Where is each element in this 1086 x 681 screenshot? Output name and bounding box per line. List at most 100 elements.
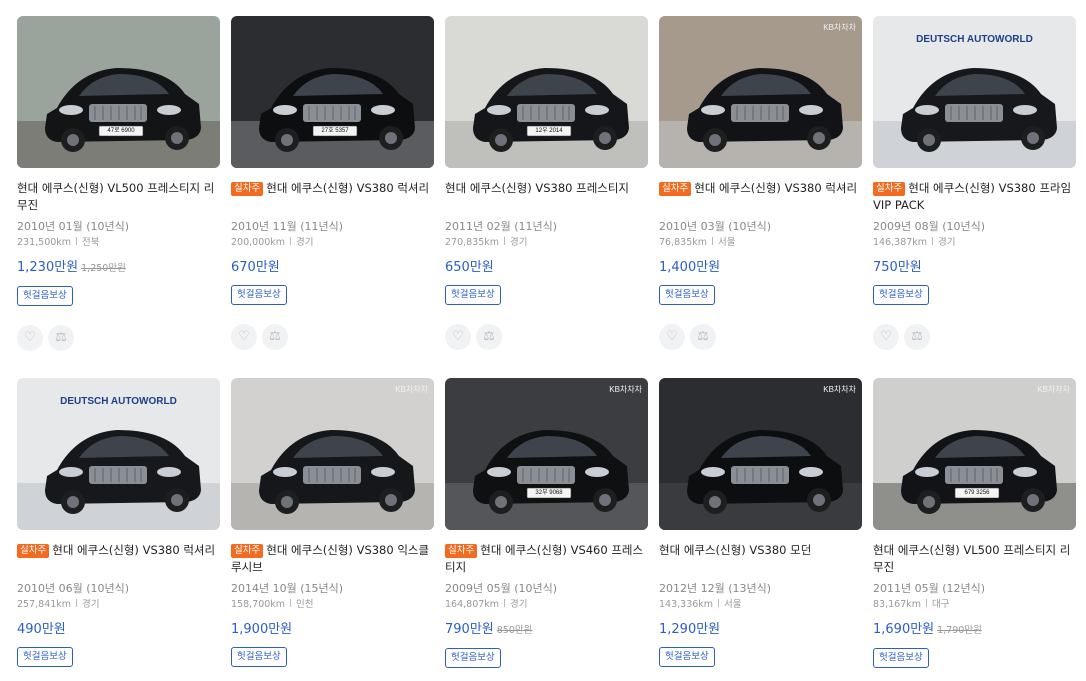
divider	[504, 599, 506, 607]
car-year: 2009년 08월 (10년식)	[873, 220, 986, 233]
car-year: 2011년 02월 (11년식)	[445, 220, 558, 233]
car-photo[interactable]: KB차차차 679 3256	[873, 378, 1076, 530]
heart-icon[interactable]: ♡	[873, 324, 899, 350]
divider	[76, 599, 78, 607]
car-title[interactable]: 현대 에쿠스(신형) VS380 프레스티지	[445, 181, 629, 195]
car-title-row[interactable]: 실차주 현대 에쿠스(신형) VS380 럭셔리	[17, 542, 220, 576]
car-price: 650만원	[445, 260, 494, 275]
real-driver-badge: 실차주	[231, 544, 264, 558]
car-card[interactable]: 47로 6900 현대 에쿠스(신형) VL500 프레스티지 리무진 2010…	[17, 16, 220, 351]
compare-scale-icon[interactable]: ⚖	[262, 324, 288, 350]
compensation-tag[interactable]: 헛걸음보상	[873, 648, 929, 668]
car-meta: 146,387km 경기	[873, 236, 1076, 250]
car-photo[interactable]: KB차차차	[659, 16, 862, 168]
license-plate: 27호 5357	[321, 128, 349, 134]
license-plate: 32부 9068	[535, 490, 563, 496]
car-card[interactable]: KB차차차 실차주 현대 에쿠스(신형) VS380 럭셔리 2010년 03월 …	[659, 16, 862, 350]
car-region: 경기	[82, 599, 100, 610]
divider	[76, 237, 78, 245]
car-photo[interactable]: 47로 6900	[17, 16, 220, 168]
compensation-tag[interactable]: 헛걸음보상	[659, 285, 715, 305]
compensation-tag[interactable]: 헛걸음보상	[445, 648, 501, 668]
car-meta: 231,500km 전북	[17, 236, 220, 250]
compensation-tag[interactable]: 헛걸음보상	[873, 285, 929, 305]
car-photo[interactable]: 27호 5357	[231, 16, 434, 168]
divider	[290, 237, 292, 245]
car-title[interactable]: 현대 에쿠스(신형) VS380 럭셔리	[52, 543, 215, 557]
car-mileage: 270,835km	[445, 237, 500, 248]
compensation-tag[interactable]: 헛걸음보상	[445, 285, 501, 305]
car-year: 2010년 06월 (10년식)	[17, 582, 130, 595]
compare-scale-icon[interactable]: ⚖	[690, 324, 716, 350]
compare-scale-icon[interactable]: ⚖	[476, 324, 502, 350]
divider	[926, 599, 927, 607]
dealer-logo: KB차차차	[823, 23, 856, 32]
car-title[interactable]: 현대 에쿠스(신형) VS380 모던	[659, 543, 811, 557]
car-region: 서울	[718, 237, 736, 248]
car-photo[interactable]: KB차차차	[231, 378, 434, 530]
car-card[interactable]: KB차차차 32부 9068 실차주 현대 에쿠스(신형) VS460 프레스티지…	[445, 378, 648, 668]
car-title-row[interactable]: 실차주 현대 에쿠스(신형) VS380 럭셔리	[659, 180, 862, 214]
compensation-tag[interactable]: 헛걸음보상	[17, 286, 73, 306]
car-mileage: 158,700km	[231, 599, 286, 610]
divider	[932, 237, 934, 245]
car-title-row[interactable]: 현대 에쿠스(신형) VS380 모던	[659, 542, 862, 576]
car-title-row[interactable]: 현대 에쿠스(신형) VS380 프레스티지	[445, 180, 648, 214]
heart-icon[interactable]: ♡	[17, 325, 43, 351]
car-photo[interactable]: DEUTSCH AUTOWORLD	[873, 16, 1076, 168]
car-title[interactable]: 현대 에쿠스(신형) VS380 럭셔리	[694, 181, 857, 195]
car-photo[interactable]: KB차차차	[659, 378, 862, 530]
car-card[interactable]: DEUTSCH AUTOWORLD 실차주 현대 에쿠스(신형) VS380 프라…	[873, 16, 1076, 350]
real-driver-badge: 실차주	[659, 182, 692, 196]
car-photo[interactable]: 12우 2014	[445, 16, 648, 168]
compare-scale-icon[interactable]: ⚖	[904, 324, 930, 350]
car-mileage: 257,841km	[17, 599, 72, 610]
car-title-row[interactable]: 실차주 현대 에쿠스(신형) VS380 익스클루시브	[231, 542, 434, 576]
car-title-row[interactable]: 현대 에쿠스(신형) VL500 프레스티지 리무진	[17, 180, 220, 214]
car-price: 1,230만원	[17, 260, 79, 275]
car-card[interactable]: KB차차차 실차주 현대 에쿠스(신형) VS380 익스클루시브 2014년 1…	[231, 378, 434, 667]
car-mileage: 143,336km	[659, 599, 714, 610]
car-title-row[interactable]: 실차주 현대 에쿠스(신형) VS460 프레스티지	[445, 542, 648, 576]
car-title-row[interactable]: 실차주 현대 에쿠스(신형) VS380 럭셔리	[231, 180, 434, 214]
car-year: 2012년 12월 (13년식)	[659, 582, 772, 595]
car-title[interactable]: 현대 에쿠스(신형) VS380 럭셔리	[266, 181, 429, 195]
compensation-tag[interactable]: 헛걸음보상	[17, 647, 73, 667]
car-title[interactable]: 현대 에쿠스(신형) VL500 프레스티지 리무진	[873, 543, 1070, 574]
divider	[504, 237, 506, 245]
card-actions: ♡ ⚖	[659, 324, 862, 350]
car-meta: 270,835km 경기	[445, 236, 648, 250]
car-old-price: 850만원	[496, 625, 533, 636]
car-card[interactable]: DEUTSCH AUTOWORLD 실차주 현대 에쿠스(신형) VS380 럭셔…	[17, 378, 220, 667]
car-card[interactable]: KB차차차 679 3256 현대 에쿠스(신형) VL500 프레스티지 리무…	[873, 378, 1076, 668]
car-photo[interactable]: DEUTSCH AUTOWORLD	[17, 378, 220, 530]
compare-scale-icon[interactable]: ⚖	[48, 325, 74, 351]
heart-icon[interactable]: ♡	[231, 324, 257, 350]
compensation-tag[interactable]: 헛걸음보상	[231, 285, 287, 305]
car-price: 1,690만원	[873, 622, 935, 637]
car-card[interactable]: KB차차차 현대 에쿠스(신형) VS380 모던 2012년 12월 (13년…	[659, 378, 862, 667]
car-price: 490만원	[17, 622, 66, 637]
car-region: 서울	[724, 599, 742, 610]
card-actions: ♡ ⚖	[873, 324, 1076, 350]
heart-icon[interactable]: ♡	[445, 324, 471, 350]
compensation-tag[interactable]: 헛걸음보상	[231, 647, 287, 667]
compensation-tag[interactable]: 헛걸음보상	[659, 647, 715, 667]
car-mileage: 83,167km	[873, 599, 921, 610]
car-title-row[interactable]: 현대 에쿠스(신형) VL500 프레스티지 리무진	[873, 542, 1076, 576]
car-year: 2014년 10월 (15년식)	[231, 582, 344, 595]
real-driver-badge: 실차주	[17, 544, 50, 558]
car-year: 2010년 11월 (11년식)	[231, 220, 344, 233]
car-card[interactable]: 27호 5357 실차주 현대 에쿠스(신형) VS380 럭셔리 2010년 1…	[231, 16, 434, 350]
car-title[interactable]: 현대 에쿠스(신형) VL500 프레스티지 리무진	[17, 181, 214, 212]
car-title-row[interactable]: 실차주 현대 에쿠스(신형) VS380 프라임 VIP PACK	[873, 180, 1076, 214]
car-card[interactable]: 12우 2014 현대 에쿠스(신형) VS380 프레스티지 2011년 02…	[445, 16, 648, 350]
real-driver-badge: 실차주	[873, 182, 906, 196]
heart-icon[interactable]: ♡	[659, 324, 685, 350]
car-region: 경기	[296, 237, 314, 248]
car-mileage: 200,000km	[231, 237, 286, 248]
car-price-row: 650만원	[445, 259, 648, 277]
car-meta: 143,336km 서울	[659, 598, 862, 612]
car-photo[interactable]: KB차차차 32부 9068	[445, 378, 648, 530]
car-region: 인천	[296, 599, 314, 610]
